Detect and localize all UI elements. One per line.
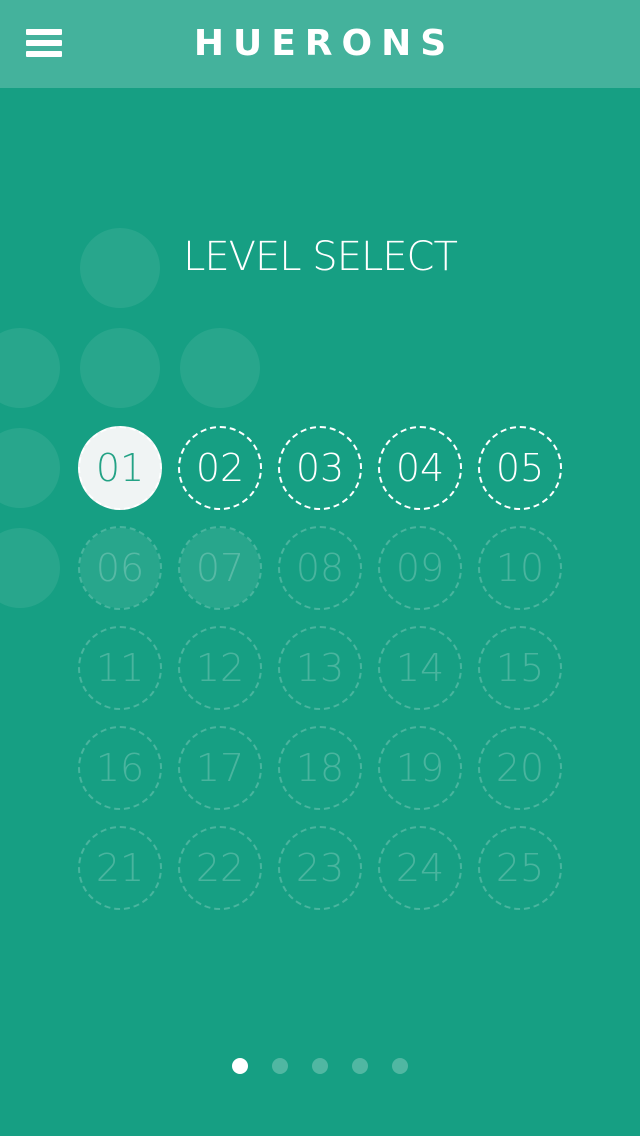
level-button-01[interactable]: 01 [78, 426, 162, 510]
level-grid: 01 02 03 04 05 06 07 08 09 10 11 12 13 14 15 16 17 18 19 20… [0, 0, 640, 1136]
level-button-21[interactable]: 21 [78, 826, 162, 910]
level-button-12[interactable]: 12 [178, 626, 262, 710]
level-button-02[interactable]: 02 [178, 426, 262, 510]
page-dot[interactable] [392, 1058, 408, 1074]
level-button-24[interactable]: 24 [378, 826, 462, 910]
page-dot[interactable] [232, 1058, 248, 1074]
level-button-08[interactable]: 08 [278, 526, 362, 610]
level-button-23[interactable]: 23 [278, 826, 362, 910]
page-dot[interactable] [272, 1058, 288, 1074]
level-button-14[interactable]: 14 [378, 626, 462, 710]
level-button-09[interactable]: 09 [378, 526, 462, 610]
page-dot[interactable] [312, 1058, 328, 1074]
level-button-05[interactable]: 05 [478, 426, 562, 510]
level-button-13[interactable]: 13 [278, 626, 362, 710]
level-button-17[interactable]: 17 [178, 726, 262, 810]
level-button-20[interactable]: 20 [478, 726, 562, 810]
level-button-06[interactable]: 06 [78, 526, 162, 610]
level-button-11[interactable]: 11 [78, 626, 162, 710]
level-button-07[interactable]: 07 [178, 526, 262, 610]
level-button-16[interactable]: 16 [78, 726, 162, 810]
level-button-22[interactable]: 22 [178, 826, 262, 910]
level-button-10[interactable]: 10 [478, 526, 562, 610]
page-dot[interactable] [352, 1058, 368, 1074]
level-button-03[interactable]: 03 [278, 426, 362, 510]
level-button-25[interactable]: 25 [478, 826, 562, 910]
level-button-18[interactable]: 18 [278, 726, 362, 810]
level-button-04[interactable]: 04 [378, 426, 462, 510]
level-select-screen: HUERONS LEVEL SELECT 01 02 03 04 05 06 07 08 09 1… [0, 0, 640, 1136]
page-indicator [0, 1058, 640, 1074]
level-button-15[interactable]: 15 [478, 626, 562, 710]
level-button-19[interactable]: 19 [378, 726, 462, 810]
